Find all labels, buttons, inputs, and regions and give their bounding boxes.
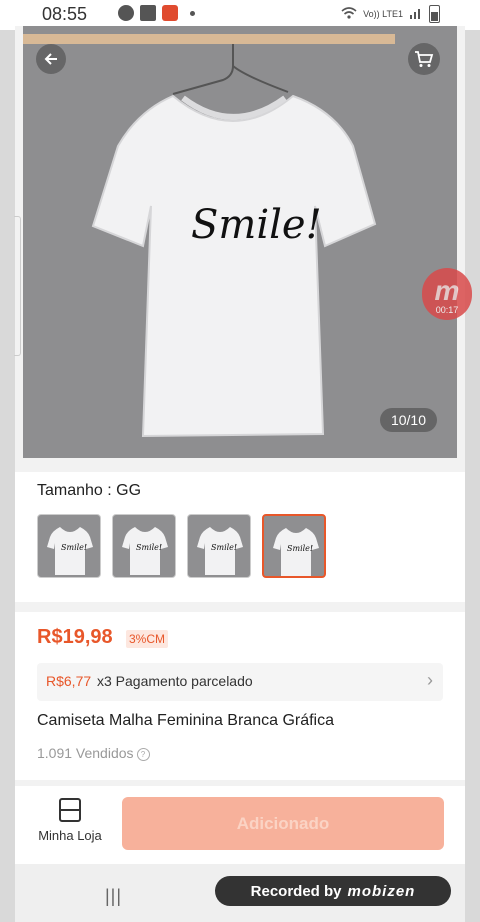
shirt-print-text: Smile!	[191, 202, 322, 248]
bottom-action-bar: Minha Loja Adicionado	[15, 786, 465, 864]
variant-thumb[interactable]: Smile!	[112, 514, 176, 578]
system-navigation-bar: ||| Recorded by mobizen	[15, 864, 465, 922]
sold-count: 1.091 Vendidos?	[37, 745, 150, 761]
svg-text:Smile!: Smile!	[211, 543, 237, 552]
size-label: Tamanho : GG	[37, 482, 142, 499]
shopee-status-icon	[162, 5, 178, 21]
cart-icon	[415, 51, 434, 67]
signal-icon	[409, 6, 423, 22]
status-time: 08:55	[42, 4, 88, 24]
mobizen-status-icon	[118, 5, 134, 21]
variant-thumbnails: Smile! Smile! Smile! Smile!	[37, 514, 326, 578]
recent-apps-button[interactable]: |||	[105, 886, 122, 907]
recorder-logo: m	[434, 275, 460, 306]
product-price: R$19,98	[37, 626, 113, 648]
sold-count-text: 1.091 Vendidos	[37, 745, 134, 761]
back-button[interactable]	[36, 44, 66, 74]
cart-button[interactable]	[408, 43, 440, 75]
variant-thumb[interactable]: Smile!	[37, 514, 101, 578]
recorder-timer: 00:17	[435, 305, 459, 315]
recorder-bubble[interactable]: m 00:17	[422, 268, 472, 320]
edge-panel-handle[interactable]	[14, 216, 21, 356]
store-label: Minha Loja	[38, 828, 102, 843]
cm-badge: 3%CM	[126, 630, 169, 648]
installment-price: R$6,77	[46, 673, 92, 689]
recorded-by-banner: Recorded by mobizen	[215, 876, 451, 906]
add-button[interactable]: Adicionado	[122, 797, 444, 850]
installment-row[interactable]: R$6,77 x3 Pagamento parcelado ›	[37, 663, 443, 701]
product-image: Smile!	[91, 44, 377, 438]
svg-text:Smile!: Smile!	[136, 543, 162, 552]
more-notifications-icon	[190, 10, 195, 16]
store-icon	[59, 798, 81, 822]
variant-thumb-selected[interactable]: Smile!	[262, 514, 326, 578]
image-counter: 10/10	[379, 408, 437, 432]
wifi-icon	[341, 6, 357, 22]
product-image-carousel[interactable]: Smile! 10/10	[23, 26, 457, 458]
network-label: Vo)) LTE1	[363, 9, 403, 19]
message-icon	[140, 5, 156, 21]
product-title: Camiseta Malha Feminina Branca Gráfica	[37, 712, 335, 729]
back-arrow-icon	[44, 53, 57, 65]
recorded-label: Recorded by	[250, 882, 342, 900]
help-icon[interactable]: ?	[136, 748, 150, 761]
product-info: R$19,98 3%CM R$6,77 x3 Pagamento parcela…	[15, 612, 465, 780]
installment-text: x3 Pagamento parcelado	[97, 673, 253, 689]
variant-thumb[interactable]: Smile!	[187, 514, 251, 578]
svg-text:Smile!: Smile!	[61, 543, 87, 552]
recorder-brand: mobizen	[347, 882, 416, 900]
battery-icon	[429, 5, 440, 23]
my-store-button[interactable]: Minha Loja	[35, 798, 105, 843]
variant-section: Tamanho : GG Smile! Smile! Smile! Smile!	[15, 472, 465, 602]
chevron-right-icon: ›	[427, 670, 433, 690]
app-screen: Smile! 10/10 Tamanho : GG Smile! Smile! …	[15, 26, 465, 922]
svg-text:Smile!: Smile!	[287, 544, 313, 553]
